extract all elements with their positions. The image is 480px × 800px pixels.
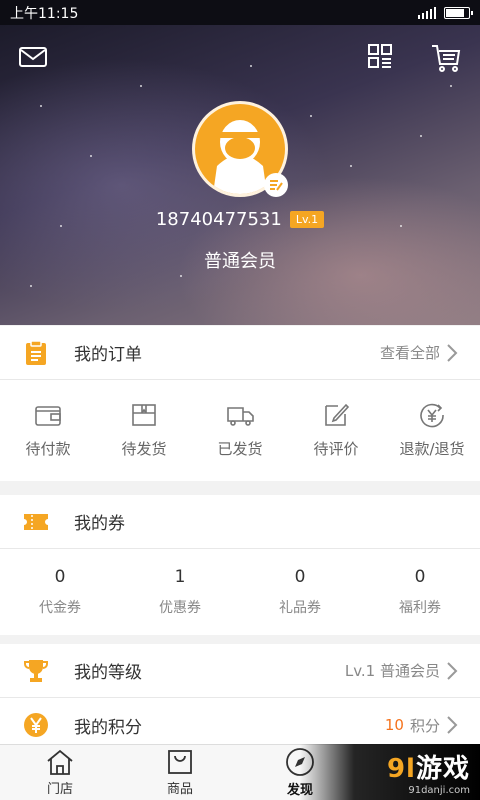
cart-icon[interactable] [430, 42, 462, 74]
order-status-pending-payment[interactable]: 待付款 [0, 380, 96, 481]
coupon-label: 礼品券 [279, 600, 321, 616]
order-status-label: 已发货 [217, 440, 263, 458]
level-row[interactable]: 我的等级 Lv.1 普通会员 [0, 644, 480, 698]
package-icon [132, 404, 156, 426]
tab-store[interactable]: 门店 [0, 745, 120, 800]
coupon-welfare[interactable]: 0 福利券 [360, 549, 480, 635]
watermark-brand-text: 游戏 [415, 754, 470, 784]
order-status-pending-review[interactable]: 待评价 [288, 380, 384, 481]
coupon-label: 代金券 [39, 600, 81, 616]
refund-icon [420, 403, 444, 428]
order-status-label: 待评价 [313, 440, 359, 458]
coupons-header[interactable]: 我的券 [0, 495, 480, 549]
coupon-gift[interactable]: 0 礼品券 [240, 549, 360, 635]
ticket-icon [22, 508, 50, 536]
status-icons [418, 6, 473, 19]
level-card: 我的等级 Lv.1 普通会员 我的积分 10 积分 [0, 644, 480, 752]
watermark-brand: 9l游戏 [387, 748, 470, 785]
order-status-pending-shipment[interactable]: 待发货 [96, 380, 192, 481]
points-unit: 积分 [409, 716, 440, 735]
edit-avatar-icon[interactable] [264, 173, 288, 197]
coupon-grid: 0 代金券 1 优惠券 0 礼品券 0 福利券 [0, 549, 480, 635]
watermark-site: 91danji.com [408, 785, 470, 796]
signal-icon [418, 6, 436, 19]
battery-icon [444, 6, 473, 19]
phone-number: 18740477531 [155, 209, 282, 230]
member-type: 普通会员 [204, 251, 276, 272]
chevron-right-icon [447, 716, 458, 734]
level-value-text: Lv.1 普通会员 [344, 662, 440, 680]
orders-title: 我的订单 [74, 345, 142, 365]
order-status-grid: 待付款 待发货 已发货 待评价 退款/退货 [0, 380, 480, 481]
status-bar: 上午11:15 [0, 0, 480, 25]
yen-coin-icon [22, 711, 50, 739]
points-title: 我的积分 [74, 717, 142, 738]
coupon-count: 0 [294, 567, 306, 587]
orders-header[interactable]: 我的订单 查看全部 [0, 326, 480, 380]
coupon-label: 优惠券 [159, 600, 201, 616]
qr-code-icon[interactable] [366, 42, 398, 74]
tab-label: 商品 [166, 782, 193, 797]
view-all-orders-link[interactable]: 查看全部 [380, 342, 458, 363]
clipboard-icon [22, 339, 50, 367]
orders-card: 我的订单 查看全部 待付款 待发货 已发货 待评价 退款/退货 [0, 326, 480, 481]
truck-icon [227, 407, 254, 426]
order-status-label: 待付款 [25, 440, 71, 458]
order-status-label: 退款/退货 [399, 440, 465, 458]
coupons-card: 我的券 0 代金券 1 优惠券 0 礼品券 0 福利券 [0, 495, 480, 635]
chevron-right-icon [447, 343, 458, 362]
coupon-count: 1 [174, 567, 186, 587]
level-title: 我的等级 [74, 663, 142, 683]
coupon-count: 0 [414, 567, 426, 587]
order-status-refund[interactable]: 退款/退货 [384, 380, 480, 481]
coupon-count: 0 [54, 567, 66, 587]
trophy-icon [22, 657, 50, 685]
level-badge: Lv.1 [289, 211, 325, 228]
level-value: Lv.1 普通会员 [345, 660, 458, 681]
wallet-icon [35, 406, 61, 426]
watermark-brand-mark: 9l [386, 754, 416, 784]
bag-icon [168, 750, 192, 774]
chevron-right-icon [447, 661, 458, 680]
status-time: 上午11:15 [10, 5, 79, 22]
account-row: 18740477531 Lv.1 [0, 209, 480, 230]
coupons-title: 我的券 [74, 514, 125, 534]
store-icon [47, 749, 73, 775]
points-number: 10 [384, 716, 404, 734]
watermark: 9l游戏 91danji.com [300, 744, 480, 800]
mail-icon[interactable] [18, 42, 50, 74]
profile-hero: 18740477531 Lv.1 普通会员 [0, 25, 480, 325]
order-status-label: 待发货 [121, 440, 167, 458]
coupon-label: 福利券 [399, 600, 441, 616]
tab-label: 门店 [46, 782, 73, 797]
coupon-discount[interactable]: 1 优惠券 [120, 549, 240, 635]
coupon-cash[interactable]: 0 代金券 [0, 549, 120, 635]
order-status-shipped[interactable]: 已发货 [192, 380, 288, 481]
tab-products[interactable]: 商品 [120, 745, 240, 800]
edit-icon [325, 403, 350, 426]
view-all-label: 查看全部 [379, 344, 440, 362]
points-value: 10 积分 [385, 715, 458, 736]
